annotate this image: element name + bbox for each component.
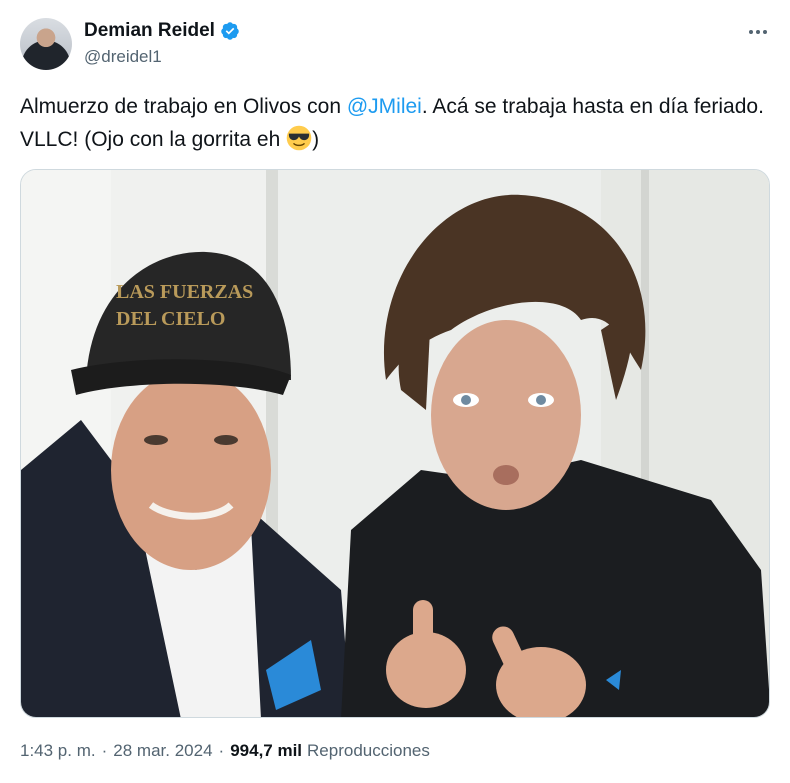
sunglasses-emoji-icon (286, 125, 312, 151)
more-horizontal-icon (749, 30, 753, 34)
author-handle[interactable]: @dreidel1 (84, 47, 162, 67)
photo-illustration: LAS FUERZAS DEL CIELO (21, 170, 769, 717)
tweet-text-part: ) (312, 128, 320, 151)
mention-link[interactable]: @JMilei (347, 95, 422, 118)
author-avatar[interactable] (20, 18, 72, 70)
tweet-meta: 1:43 p. m. · 28 mar. 2024 · 994,7 mil Re… (20, 741, 430, 761)
tweet-photo[interactable]: LAS FUERZAS DEL CIELO (20, 169, 770, 718)
author-display-name[interactable]: Demian Reidel (84, 20, 215, 42)
more-options-button[interactable] (742, 20, 774, 44)
tweet-date[interactable]: 28 mar. 2024 (113, 741, 212, 761)
tweet-time[interactable]: 1:43 p. m. (20, 741, 96, 761)
views-count: 994,7 mil (230, 741, 303, 760)
views-label: Reproducciones (307, 741, 430, 760)
author-name-row: Demian Reidel (84, 20, 240, 42)
cap-text-line1: LAS FUERZAS (116, 281, 253, 303)
cap-text-line2: DEL CIELO (116, 308, 225, 330)
meta-separator: · (101, 741, 108, 760)
tweet-text: Almuerzo de trabajo en Olivos con @JMile… (20, 90, 772, 156)
tweet-text-part: Almuerzo de trabajo en Olivos con (20, 95, 347, 118)
tweet: Demian Reidel @dreidel1 Almuerzo de trab… (0, 0, 790, 783)
meta-separator: · (218, 741, 225, 760)
verified-badge-icon (221, 22, 239, 40)
